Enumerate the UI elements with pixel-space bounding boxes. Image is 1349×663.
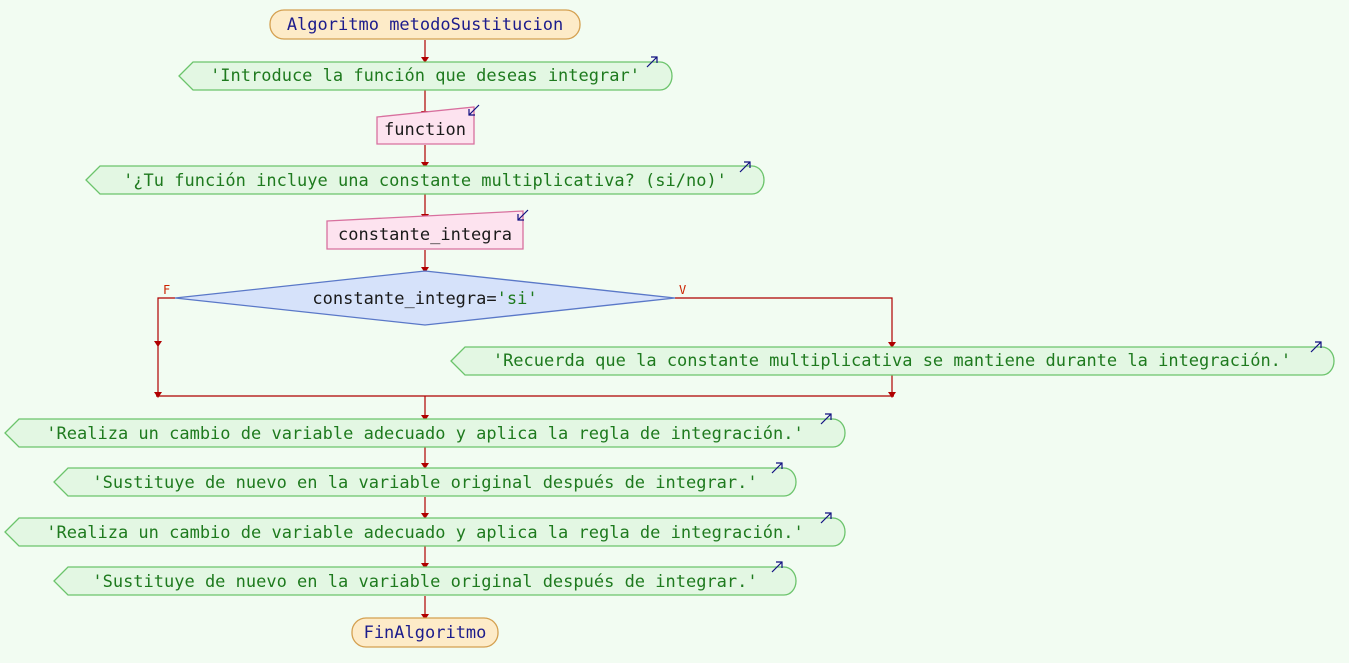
output-node: 'Realiza un cambio de variable adecuado … (4, 413, 846, 448)
output-text: 'Sustituye de nuevo en la variable origi… (92, 473, 757, 493)
output-node: 'Sustituye de nuevo en la variable origi… (53, 561, 797, 596)
decision-variable: constante_integra (312, 289, 486, 309)
true-branch-label: V (679, 283, 686, 297)
output-node: '¿Tu función incluye una constante multi… (85, 161, 765, 195)
end-terminal: FinAlgoritmo (351, 617, 499, 648)
svg-text:Algoritmo metodoSustitucion: Algoritmo metodoSustitucion (287, 15, 563, 35)
input-node: function (376, 104, 480, 145)
svg-text:constante_integra='si': constante_integra='si' (312, 289, 537, 309)
decision-operator: = (486, 289, 496, 309)
output-text: 'Sustituye de nuevo en la variable origi… (92, 572, 757, 592)
decision-node: constante_integra='si' F V (163, 270, 686, 326)
flowchart: Algoritmo metodoSustitucion 'Introduce l… (4, 9, 1335, 648)
output-node: 'Sustituye de nuevo en la variable origi… (53, 462, 797, 497)
input-node: constante_integra (326, 209, 529, 250)
output-text: 'Realiza un cambio de variable adecuado … (46, 523, 803, 543)
start-terminal: Algoritmo metodoSustitucion (269, 9, 581, 40)
input-variable: constante_integra (338, 225, 512, 245)
output-text: '¿Tu función incluye una constante multi… (123, 171, 727, 191)
input-variable: function (384, 120, 466, 140)
output-text: 'Realiza un cambio de variable adecuado … (46, 424, 803, 444)
decision-value: 'si' (497, 289, 538, 309)
output-text: 'Recuerda que la constante multiplicativ… (493, 351, 1291, 371)
output-node: 'Realiza un cambio de variable adecuado … (4, 512, 846, 547)
output-node: 'Introduce la función que deseas integra… (178, 56, 673, 91)
start-keyword: Algoritmo (287, 15, 379, 35)
output-node: 'Recuerda que la constante multiplicativ… (450, 341, 1335, 376)
end-label: FinAlgoritmo (364, 623, 487, 643)
output-text: 'Introduce la función que deseas integra… (210, 66, 640, 86)
algorithm-name: metodoSustitucion (389, 15, 563, 35)
false-branch-label: F (163, 283, 170, 297)
